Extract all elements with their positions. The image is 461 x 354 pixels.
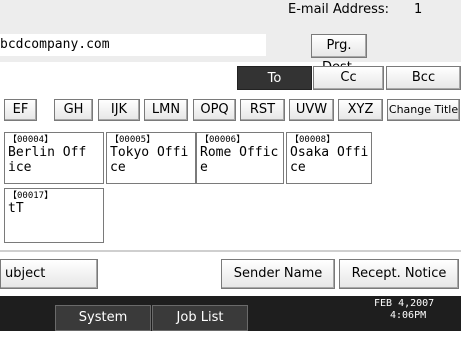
tab-xyz[interactable]: XYZ (338, 99, 383, 121)
card-name: Berlin Off ice (8, 145, 87, 175)
recept-notice-button[interactable]: Recept. Notice (339, 259, 459, 289)
divider (0, 250, 461, 252)
email-address-field[interactable]: bcdcompany.com (0, 34, 266, 56)
address-card-berlin[interactable]: 【00004】 Berlin Off ice (4, 132, 104, 184)
address-card-tt[interactable]: 【00017】 tT (4, 188, 104, 243)
time-text: 4:06PM (390, 310, 427, 321)
system-status-button[interactable]: System Status (55, 305, 151, 349)
email-address-header: E-mail Address: 1 (0, 0, 461, 20)
address-card-osaka[interactable]: 【00008】 Osaka Offi ce (286, 132, 372, 184)
tab-opq[interactable]: OPQ (193, 99, 236, 121)
change-title-button[interactable]: Change Title (387, 99, 460, 121)
card-name: tT (8, 201, 24, 216)
date-time-display: FEB 4,2007 4:06PM (374, 298, 434, 322)
card-name: Rome Offic e (200, 145, 279, 175)
sender-name-button[interactable]: Sender Name (221, 259, 335, 289)
date-text: FEB 4,2007 (374, 298, 435, 309)
job-list-button[interactable]: Job List (152, 305, 248, 331)
bcc-button[interactable]: Bcc (386, 66, 461, 90)
card-id: 【00008】 (290, 135, 336, 145)
email-address-screen: E-mail Address: 1 bcdcompany.com Prg. De… (0, 0, 461, 349)
to-button[interactable]: To (237, 66, 312, 90)
tab-ijk[interactable]: IJK (98, 99, 140, 121)
tab-ef[interactable]: EF (4, 99, 37, 121)
subject-button[interactable]: ubject (0, 259, 98, 289)
tab-lmn[interactable]: LMN (144, 99, 188, 121)
tab-rst[interactable]: RST (240, 99, 285, 121)
cc-button[interactable]: Cc (313, 66, 384, 90)
tab-gh[interactable]: GH (54, 99, 93, 121)
card-name: Tokyo Offi ce (110, 145, 189, 175)
tab-uvw[interactable]: UVW (289, 99, 334, 121)
card-id: 【00005】 (110, 135, 156, 145)
email-address-label: E-mail Address: (288, 2, 390, 17)
prg-dest-button[interactable]: Prg. Dest. (311, 34, 367, 75)
address-card-tokyo[interactable]: 【00005】 Tokyo Offi ce (106, 132, 196, 184)
card-name: Osaka Offi ce (290, 145, 369, 175)
address-card-rome[interactable]: 【00006】 Rome Offic e (196, 132, 284, 184)
card-id: 【00006】 (200, 135, 246, 145)
email-address-count: 1 (414, 2, 423, 17)
card-id: 【00017】 (8, 191, 54, 201)
card-id: 【00004】 (8, 135, 54, 145)
